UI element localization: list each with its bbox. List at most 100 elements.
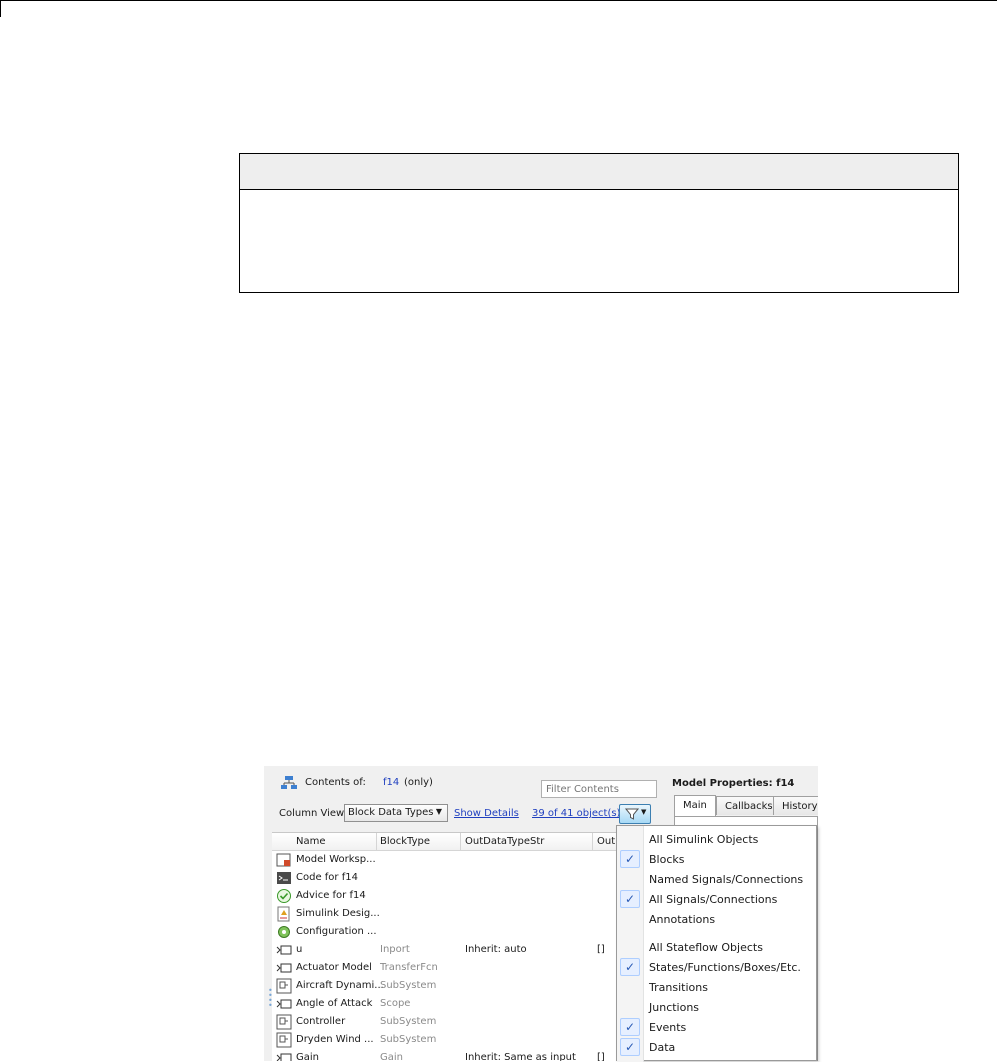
code-icon [277, 872, 291, 884]
cell-name: Dryden Wind ... [296, 1034, 374, 1045]
menu-item-label: Named Signals/Connections [649, 873, 804, 886]
cell-name: Advice for f14 [296, 890, 366, 901]
cell-outdatatypestr: Inherit: Same as input [465, 1052, 576, 1061]
menu-item-label: States/Functions/Boxes/Etc. [649, 961, 801, 974]
cell-name: Aircraft Dynami... [296, 980, 384, 991]
cell-blocktype: Scope [380, 998, 411, 1009]
table-row[interactable]: Angle of Attack Scope [272, 995, 668, 1013]
table-row[interactable]: Model Worksp... [272, 851, 668, 869]
cell-name: Configuration ... [296, 926, 377, 937]
column-divider[interactable] [376, 833, 377, 850]
scope-block-icon [276, 999, 292, 1009]
menu-item[interactable]: Named Signals/Connections [617, 870, 816, 889]
transfer-fcn-block-icon [276, 963, 292, 973]
cell-name: Actuator Model [296, 962, 372, 973]
properties-title: Model Properties: f14 [672, 778, 795, 789]
menu-item-label: Transitions [649, 981, 708, 994]
menu-item[interactable]: Annotations [617, 910, 816, 929]
cell-name: Simulink Desig... [296, 908, 380, 919]
column-view-value: Block Data Types [348, 807, 434, 818]
check-icon: ✓ [620, 850, 640, 868]
cell-name: Angle of Attack [296, 998, 373, 1009]
menu-item[interactable]: All Simulink Objects [617, 830, 816, 849]
cell-blocktype: TransferFcn [380, 962, 438, 973]
cell-outdatatypestr: Inherit: auto [465, 944, 527, 955]
contents-model-link[interactable]: f14 [383, 777, 399, 788]
filter-dropdown-menu: All Simulink Objects ✓ Blocks Named Signals… [616, 825, 817, 1062]
table-row[interactable]: Actuator Model TransferFcn [272, 959, 668, 977]
check-icon: ✓ [620, 1018, 640, 1036]
menu-item[interactable]: ✓ Blocks [617, 850, 816, 869]
design-verifier-icon [277, 906, 290, 922]
menu-item[interactable]: ✓ Events [617, 1018, 816, 1037]
filter-objects-button[interactable]: ▼ [619, 804, 651, 824]
chevron-down-icon: ▼ [641, 808, 647, 816]
menu-item-label: Blocks [649, 853, 685, 866]
menu-item[interactable]: Transitions [617, 978, 816, 997]
table-row[interactable]: Aircraft Dynami... SubSystem [272, 977, 668, 995]
menu-item-label: Annotations [649, 913, 716, 926]
column-divider[interactable] [592, 833, 593, 850]
subsystem-block-icon [276, 1014, 292, 1030]
cell-name: Controller [296, 1016, 346, 1027]
table-row[interactable]: Controller SubSystem [272, 1013, 668, 1031]
tab-callbacks[interactable]: Callbacks [716, 796, 782, 815]
advisor-check-icon [277, 889, 291, 903]
menu-item-label: All Signals/Connections [649, 893, 778, 906]
cell-blocktype: Gain [380, 1052, 403, 1061]
funnel-icon [625, 808, 639, 820]
cell-name: Model Worksp... [296, 854, 376, 865]
table-row[interactable]: Gain Gain Inherit: Same as input [] [272, 1049, 668, 1061]
column-view-dropdown[interactable]: Block Data Types ▼ [344, 804, 448, 822]
menu-item[interactable]: ✓ Data [617, 1038, 816, 1057]
menu-item-label: All Stateflow Objects [649, 941, 763, 954]
note-box-header [240, 154, 958, 190]
tab-history[interactable]: History [773, 796, 818, 815]
menu-item[interactable]: ✓ All Signals/Connections [617, 890, 816, 909]
configuration-gear-icon [278, 926, 290, 938]
gain-block-icon [276, 1053, 292, 1061]
table-row[interactable]: Simulink Desig... [272, 905, 668, 923]
page-top-rule [0, 0, 997, 1]
check-icon: ✓ [620, 1038, 640, 1056]
menu-item-label: Data [649, 1041, 676, 1054]
menu-item[interactable]: All Stateflow Objects [617, 938, 816, 957]
cell-out: [] [597, 944, 605, 955]
note-box [239, 153, 959, 293]
cell-name: u [296, 944, 303, 955]
hierarchy-tree-icon [281, 776, 297, 789]
menu-item[interactable]: ✓ States/Functions/Boxes/Etc. [617, 958, 816, 977]
grid-header: Name BlockType OutDataTypeStr Out [272, 833, 668, 851]
menu-item-label: Events [649, 1021, 687, 1034]
contents-scope: (only) [404, 777, 433, 788]
contents-label: Contents of: [305, 777, 366, 788]
cell-name: Code for f14 [296, 872, 358, 883]
column-view-label: Column View: [279, 808, 348, 819]
check-icon: ✓ [620, 890, 640, 908]
dropdown-arrow-icon: ▼ [435, 807, 442, 816]
table-row[interactable]: Configuration ... [272, 923, 668, 941]
cell-name: Gain [296, 1052, 319, 1061]
contents-bar: Contents of: f14 (only) [272, 772, 668, 798]
object-count-link[interactable]: 39 of 41 object(s) [532, 808, 620, 819]
cell-out: [] [597, 1052, 605, 1061]
menu-item-label: All Simulink Objects [649, 833, 759, 846]
show-details-link[interactable]: Show Details [454, 808, 519, 819]
inport-block-icon [276, 945, 292, 955]
contents-pane: Contents of: f14 (only) Column View: Blo… [264, 766, 668, 1061]
filter-contents-input[interactable] [541, 780, 657, 798]
splitter-handle[interactable]: • • • • [268, 987, 273, 1010]
table-row[interactable]: Code for f14 [272, 869, 668, 887]
table-row[interactable]: Dryden Wind ... SubSystem [272, 1031, 668, 1049]
menu-item[interactable]: Junctions [617, 998, 816, 1017]
menu-item-label: Junctions [649, 1001, 700, 1014]
subsystem-block-icon [276, 1032, 292, 1048]
cell-blocktype: SubSystem [380, 980, 437, 991]
column-divider[interactable] [460, 833, 461, 850]
model-workspace-icon [276, 853, 291, 867]
contents-grid: Name BlockType OutDataTypeStr Out Model … [272, 832, 668, 1061]
table-row[interactable]: u Inport Inherit: auto [] [272, 941, 668, 959]
page-left-rule [0, 0, 1, 17]
tab-main[interactable]: Main [674, 795, 716, 816]
table-row[interactable]: Advice for f14 [272, 887, 668, 905]
